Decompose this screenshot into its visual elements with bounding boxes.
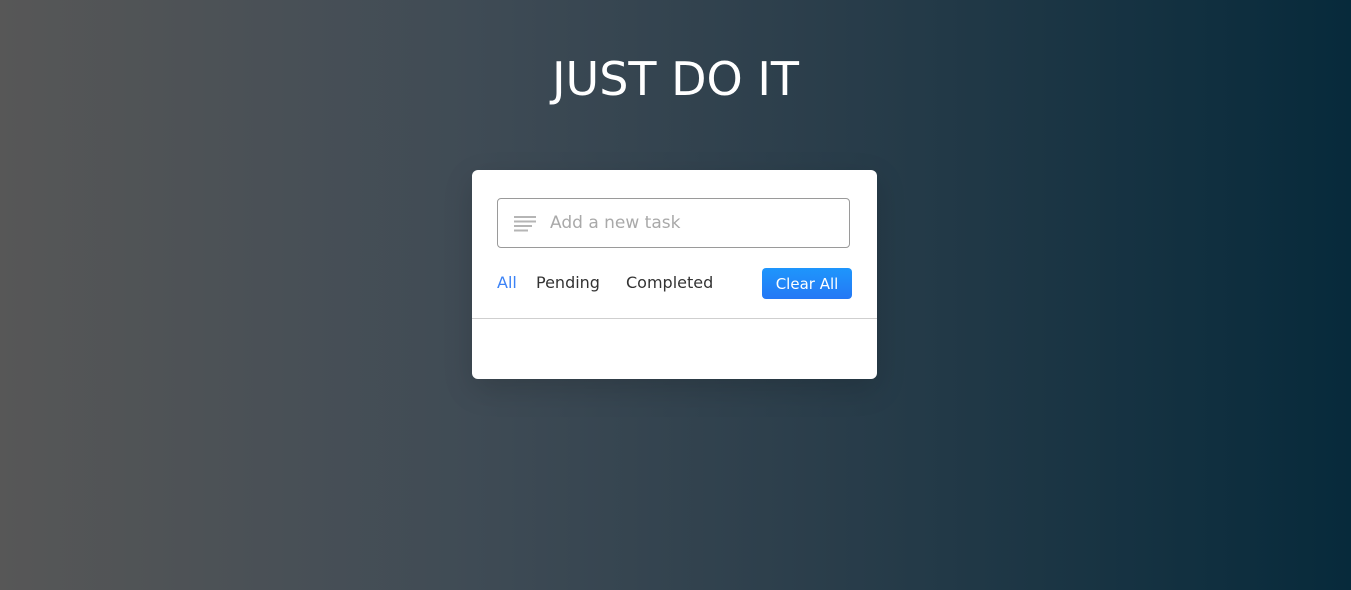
task-input[interactable] [550, 199, 840, 247]
clear-all-button[interactable]: Clear All [762, 268, 852, 299]
task-input-box[interactable] [497, 198, 850, 248]
page-title: JUST DO IT [551, 52, 800, 106]
lines-icon [514, 216, 536, 232]
filter-pending[interactable]: Pending [536, 273, 600, 292]
task-list [472, 319, 877, 379]
filter-controls: All Pending Completed Clear All [497, 268, 852, 299]
filter-all[interactable]: All [497, 273, 517, 292]
filter-completed[interactable]: Completed [626, 273, 713, 292]
todo-card: All Pending Completed Clear All [472, 170, 877, 379]
